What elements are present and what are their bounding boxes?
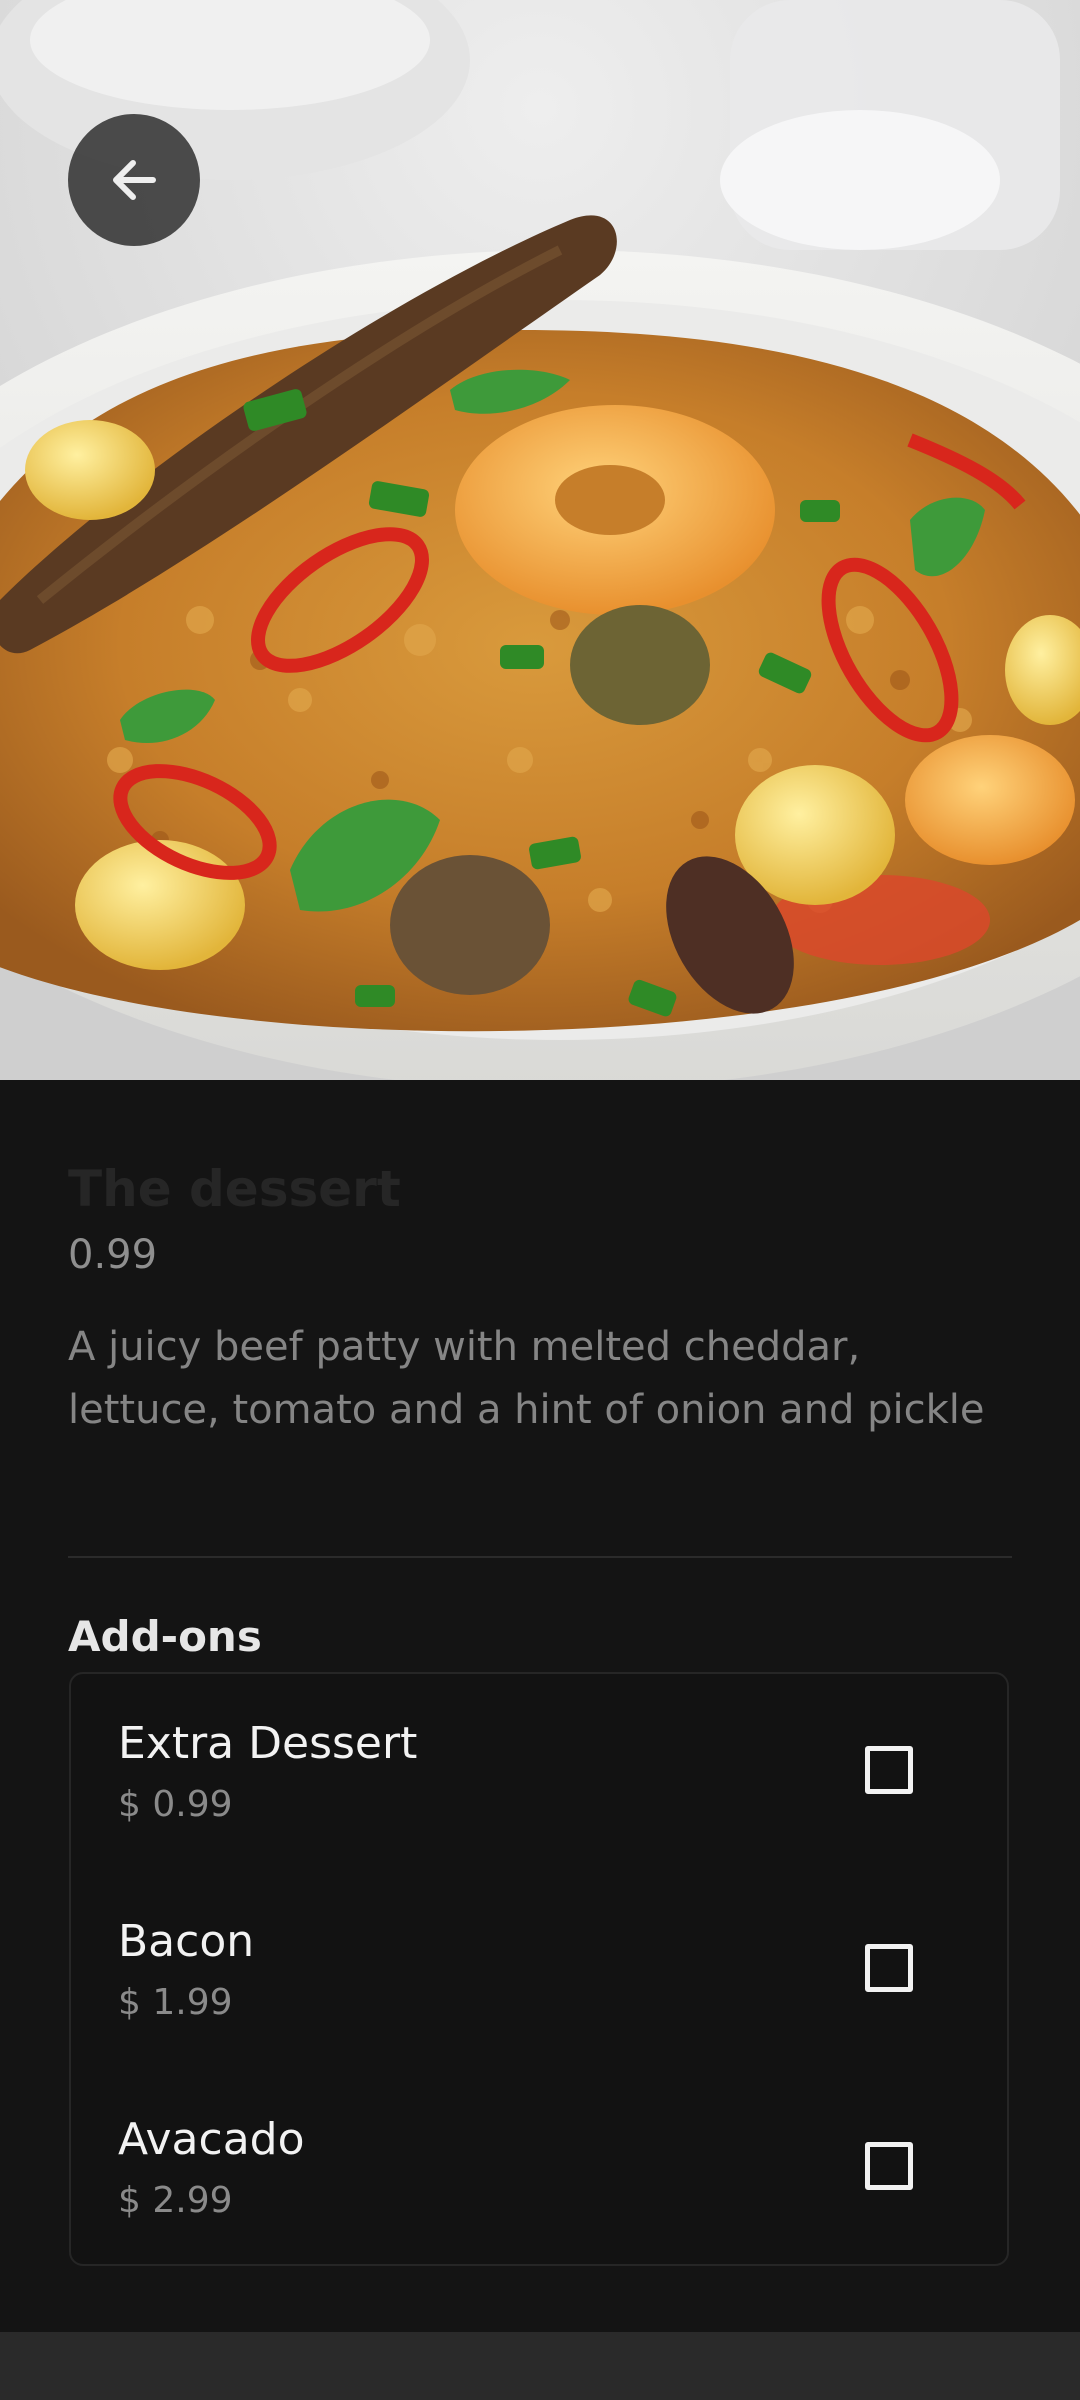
bottom-bar: [0, 2332, 1080, 2400]
addon-name: Bacon: [118, 1916, 255, 1967]
addon-name: Avacado: [118, 2114, 305, 2165]
back-button[interactable]: [68, 114, 200, 246]
addon-name: Extra Dessert: [118, 1718, 418, 1769]
addon-checkbox[interactable]: [865, 1944, 913, 1992]
addons-list: Extra Dessert $ 0.99 Bacon $ 1.99 Avacad…: [69, 1672, 1009, 2266]
product-title: The dessert: [68, 1160, 401, 1218]
arrow-left-icon: [113, 160, 156, 200]
addon-item-extra-dessert[interactable]: Extra Dessert $ 0.99: [71, 1674, 1007, 1870]
addons-heading: Add-ons: [68, 1612, 262, 1661]
divider: [68, 1556, 1012, 1558]
addon-item-avacado[interactable]: Avacado $ 2.99: [71, 2070, 1007, 2266]
addon-checkbox[interactable]: [865, 1746, 913, 1794]
product-image: [0, 0, 1080, 1080]
addon-price: $ 0.99: [118, 1784, 233, 1825]
addon-checkbox[interactable]: [865, 2142, 913, 2190]
addon-price: $ 1.99: [118, 1982, 233, 2023]
addon-price: $ 2.99: [118, 2180, 233, 2221]
addon-item-bacon[interactable]: Bacon $ 1.99: [71, 1872, 1007, 2068]
product-detail-screen: The dessert 0.99 A juicy beef patty with…: [0, 0, 1080, 2400]
product-description: A juicy beef patty with melted cheddar, …: [68, 1324, 985, 1433]
product-price: 0.99: [68, 1232, 158, 1278]
